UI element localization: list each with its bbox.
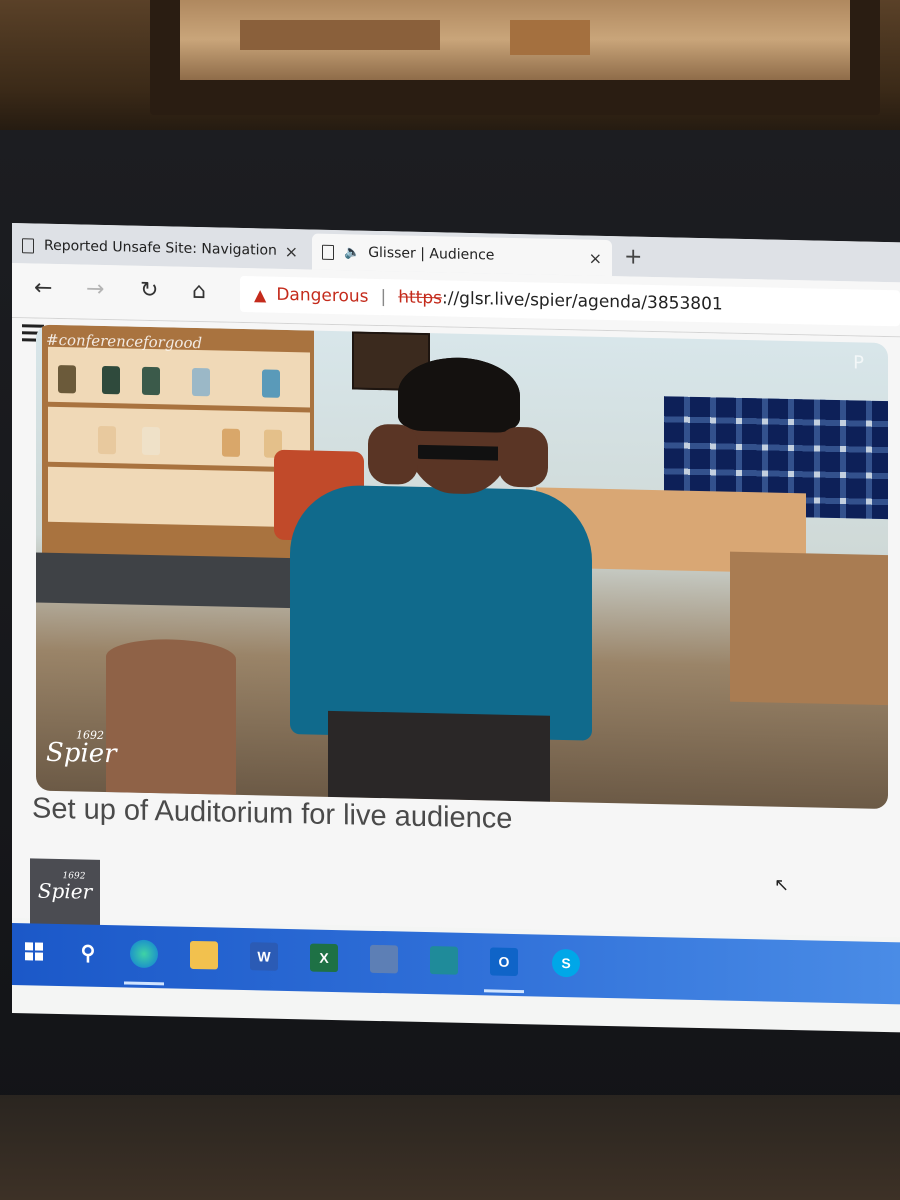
back-button[interactable]: ← — [34, 275, 52, 300]
url-scheme: https — [398, 287, 442, 309]
close-tab-icon[interactable]: × — [285, 241, 298, 260]
contacts-icon[interactable] — [370, 944, 398, 974]
excel-icon[interactable]: X — [310, 943, 338, 973]
url-text: ://glsr.live/spier/agenda/3853801 — [442, 288, 723, 315]
close-tab-icon[interactable]: × — [589, 248, 602, 267]
corner-logo-icon: P — [853, 352, 864, 374]
logo-name: Spier — [37, 878, 93, 904]
speaker-icon[interactable]: 🔈 — [344, 245, 360, 260]
warning-triangle-icon[interactable]: ▲ — [254, 285, 266, 304]
bench-image — [730, 551, 888, 706]
laptop-screen: Reported Unsafe Site: Navigation × 🔈 Gli… — [12, 223, 900, 1033]
file-explorer-icon[interactable] — [190, 940, 218, 970]
room-background — [0, 0, 900, 150]
home-button[interactable]: ⌂ — [192, 279, 206, 304]
search-icon[interactable]: ⚲ — [74, 938, 102, 967]
page-icon — [322, 244, 334, 260]
outlook-icon[interactable]: O — [490, 947, 518, 977]
edge-icon[interactable] — [130, 939, 158, 969]
tab-title: Reported Unsafe Site: Navigation — [44, 237, 277, 259]
spier-watermark: 1692 Spier — [46, 728, 117, 770]
word-icon[interactable]: W — [250, 942, 278, 971]
address-separator: | — [380, 287, 387, 308]
wall-mirror — [150, 0, 880, 115]
tab-title: Glisser | Audience — [368, 244, 495, 264]
store-icon[interactable] — [430, 946, 458, 975]
forward-button[interactable]: → — [86, 277, 104, 302]
wood-stump-image — [106, 638, 236, 795]
taskbar: ⚲ W X O S — [12, 923, 900, 1005]
new-tab-button[interactable]: + — [624, 244, 642, 269]
mouse-cursor-icon: ↖ — [774, 874, 790, 896]
laptop-base — [0, 1095, 900, 1200]
page-icon — [22, 237, 34, 253]
reload-button[interactable]: ↻ — [140, 278, 158, 303]
hashtag-overlay: #conferenceforgood — [46, 330, 203, 353]
spier-logo: 1692 Spier — [30, 858, 100, 926]
page-content: #conferenceforgood P 1692 Spier Set up o… — [12, 318, 900, 938]
address-bar[interactable]: ▲ Dangerous | https://glsr.live/spier/ag… — [240, 275, 900, 327]
video-player[interactable]: #conferenceforgood P 1692 Spier — [36, 324, 888, 810]
windows-icon[interactable] — [20, 937, 48, 966]
presenter-image — [290, 484, 592, 741]
skype-icon[interactable]: S — [552, 948, 580, 978]
watermark-name: Spier — [46, 737, 117, 770]
security-status-label[interactable]: Dangerous — [276, 285, 368, 307]
